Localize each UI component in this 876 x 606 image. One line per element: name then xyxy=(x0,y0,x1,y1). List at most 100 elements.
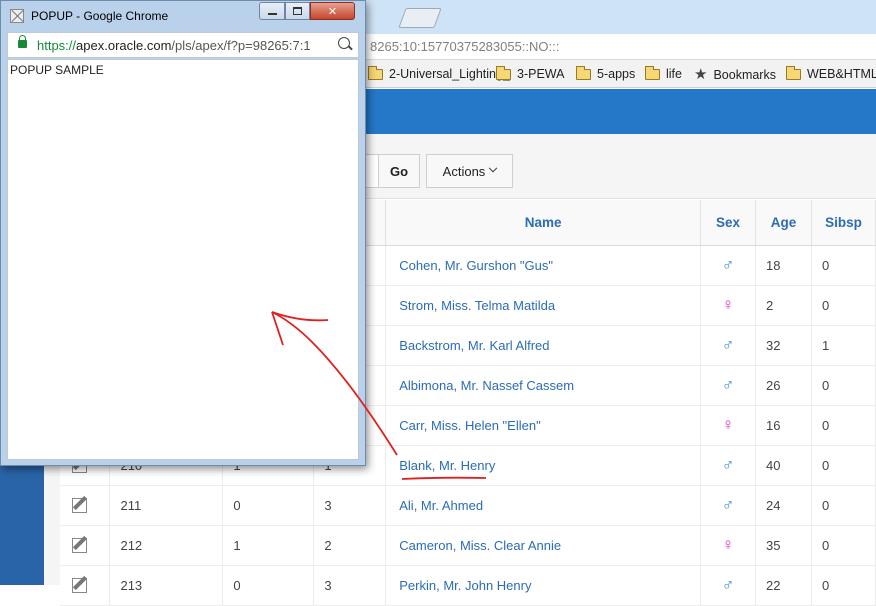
bookmark-label: Bookmarks xyxy=(713,67,776,82)
id-cell: 211 xyxy=(109,485,224,526)
sex-cell: ♀ xyxy=(700,525,756,566)
sibsp-cell: 0 xyxy=(811,245,876,286)
lock-icon xyxy=(18,35,27,48)
female-icon: ♀ xyxy=(721,415,735,434)
female-icon: ♀ xyxy=(721,295,735,314)
go-button[interactable]: Go xyxy=(378,154,420,188)
age-cell: 22 xyxy=(755,565,812,606)
id-cell: 213 xyxy=(109,565,224,606)
age-cell: 2 xyxy=(755,285,812,326)
age-cell: 16 xyxy=(755,405,812,446)
bookmark-0[interactable]: 2-Universal_Lighting_ xyxy=(367,65,510,81)
bookmark-label: 3-PEWA xyxy=(517,67,565,81)
sex-cell: ♂ xyxy=(700,485,756,526)
edit-icon[interactable] xyxy=(72,496,88,513)
bookmark-5[interactable]: WEB&HTML xyxy=(785,65,876,81)
window-app-icon xyxy=(10,9,24,23)
male-icon: ♂ xyxy=(721,255,735,274)
sex-cell: ♀ xyxy=(700,405,756,446)
male-icon: ♂ xyxy=(721,375,735,394)
male-icon: ♂ xyxy=(721,455,735,474)
sibsp-cell: 1 xyxy=(811,325,876,366)
col-name-header[interactable]: Name xyxy=(385,200,702,246)
folder-icon xyxy=(785,65,801,80)
popup-url[interactable]: https://apex.oracle.com/pls/apex/f?p=982… xyxy=(37,38,335,53)
new-tab-button[interactable] xyxy=(398,8,442,28)
chevron-down-icon xyxy=(489,163,498,173)
popup-content: POPUP SAMPLE xyxy=(7,59,359,460)
age-cell: 24 xyxy=(755,485,812,526)
table-row: 213 0 3 Perkin, Mr. John Henry ♂ 22 0 xyxy=(60,565,876,606)
annotation-underline xyxy=(401,476,487,480)
passenger-name-link[interactable]: Carr, Miss. Helen "Ellen" xyxy=(385,405,702,446)
minimize-icon xyxy=(267,13,277,15)
age-cell: 26 xyxy=(755,365,812,406)
bookmark-label: life xyxy=(666,67,682,81)
bookmark-4[interactable]: ★ Bookmarks xyxy=(694,67,776,82)
actions-menu-button[interactable]: Actions xyxy=(426,154,513,188)
age-cell: 35 xyxy=(755,525,812,566)
survived-cell: 0 xyxy=(222,485,315,526)
folder-icon xyxy=(367,65,383,80)
bookmark-label: 5-apps xyxy=(597,67,636,81)
edit-icon[interactable] xyxy=(72,536,88,553)
col-sex-header[interactable]: Sex xyxy=(700,200,756,246)
passenger-name-link[interactable]: Perkin, Mr. John Henry xyxy=(385,565,702,606)
bookmark-label: 2-Universal_Lighting_ xyxy=(389,67,510,81)
url-scheme: https:// xyxy=(37,38,77,53)
edit-icon[interactable] xyxy=(72,576,88,593)
url-domain: apex.oracle.com xyxy=(76,38,172,53)
sibsp-cell: 0 xyxy=(811,445,876,486)
sibsp-cell: 0 xyxy=(811,525,876,566)
sibsp-cell: 0 xyxy=(811,485,876,526)
popup-address-bar[interactable]: https://apex.oracle.com/pls/apex/f?p=982… xyxy=(7,32,359,58)
bookmark-label: WEB&HTML xyxy=(807,67,876,81)
minimize-button[interactable] xyxy=(259,2,285,20)
pclass-cell: 3 xyxy=(313,565,387,606)
sex-cell: ♀ xyxy=(700,285,756,326)
age-cell: 40 xyxy=(755,445,812,486)
popup-window-title: POPUP - Google Chrome xyxy=(31,9,169,23)
url-path: /pls/apex/f?p=98265:7:1 xyxy=(171,38,311,53)
actions-label: Actions xyxy=(442,163,486,179)
col-age-header[interactable]: Age xyxy=(755,200,812,246)
bookmark-3[interactable]: life xyxy=(644,65,682,81)
bookmark-1[interactable]: 3-PEWA xyxy=(495,65,565,81)
passenger-name-link[interactable]: Cohen, Mr. Gurshon "Gus" xyxy=(385,245,702,286)
passenger-name-link[interactable]: Strom, Miss. Telma Matilda xyxy=(385,285,702,326)
id-cell: 212 xyxy=(109,525,224,566)
maximize-button[interactable] xyxy=(285,2,310,20)
pclass-cell: 2 xyxy=(313,525,387,566)
passenger-name-link[interactable]: Cameron, Miss. Clear Annie xyxy=(385,525,702,566)
sex-cell: ♂ xyxy=(700,445,756,486)
sex-cell: ♂ xyxy=(700,325,756,366)
passenger-name-link[interactable]: Albimona, Mr. Nassef Cassem xyxy=(385,365,702,406)
edit-cell[interactable] xyxy=(60,485,111,526)
folder-icon xyxy=(495,65,511,80)
sibsp-cell: 0 xyxy=(811,365,876,406)
passenger-name-link[interactable]: Backstrom, Mr. Karl Alfred xyxy=(385,325,702,366)
popup-window: POPUP - Google Chrome ✕ https://apex.ora… xyxy=(0,0,366,466)
sex-cell: ♂ xyxy=(700,565,756,606)
sibsp-cell: 0 xyxy=(811,565,876,606)
survived-cell: 0 xyxy=(222,565,315,606)
close-button[interactable]: ✕ xyxy=(310,2,355,20)
male-icon: ♂ xyxy=(721,335,735,354)
folder-icon xyxy=(575,65,591,80)
star-icon: ★ xyxy=(694,66,708,83)
table-row: 212 1 2 Cameron, Miss. Clear Annie ♀ 35 0 xyxy=(60,525,876,566)
edit-cell[interactable] xyxy=(60,565,111,606)
passenger-name-link[interactable]: Ali, Mr. Ahmed xyxy=(385,485,702,526)
bookmark-2[interactable]: 5-apps xyxy=(575,65,636,81)
sex-cell: ♂ xyxy=(700,365,756,406)
age-cell: 18 xyxy=(755,245,812,286)
col-sibsp-header[interactable]: Sibsp xyxy=(811,200,876,246)
female-icon: ♀ xyxy=(721,535,735,554)
edit-cell[interactable] xyxy=(60,525,111,566)
close-icon: ✕ xyxy=(327,5,338,18)
popup-sample-text: POPUP SAMPLE xyxy=(10,63,104,77)
browser-url-text[interactable]: 8265:10:15770375283055::NO::: xyxy=(370,39,559,54)
zoom-icon[interactable] xyxy=(338,37,350,49)
folder-icon xyxy=(644,65,660,80)
sibsp-cell: 0 xyxy=(811,405,876,446)
